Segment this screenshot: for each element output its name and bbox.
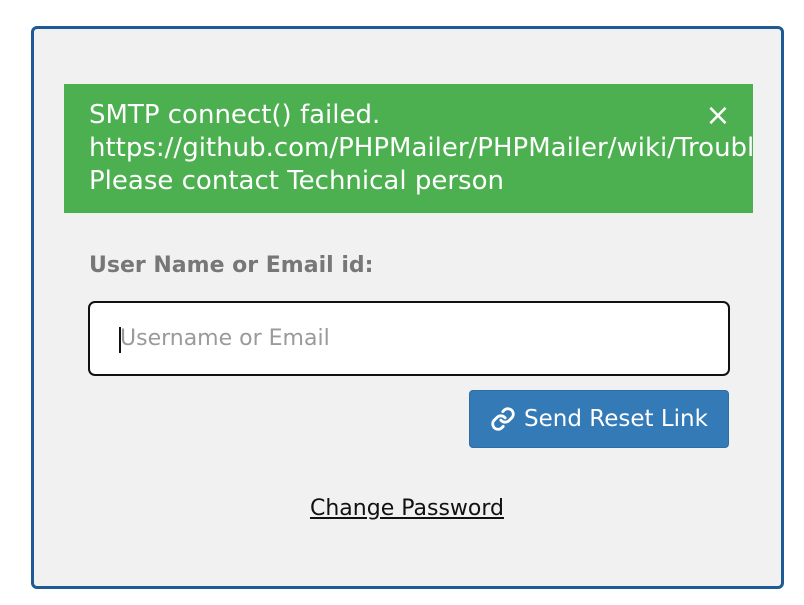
- send-reset-link-label: Send Reset Link: [524, 406, 708, 432]
- alert-line-3: Please contact Technical person: [89, 166, 504, 196]
- alert-line-1: SMTP connect() failed.: [89, 100, 381, 130]
- alert-close-button[interactable]: ×: [704, 96, 732, 136]
- alert-line-2: https://github.com/PHPMailer/PHPMailer/w…: [89, 133, 753, 163]
- text-caret: [119, 327, 121, 353]
- username-input-container: [88, 301, 730, 376]
- username-input[interactable]: [90, 303, 728, 374]
- send-reset-link-button[interactable]: Send Reset Link: [469, 390, 729, 448]
- link-icon: [490, 406, 516, 432]
- username-label: User Name or Email id:: [89, 253, 374, 278]
- error-alert: SMTP connect() failed. https://github.co…: [64, 84, 753, 213]
- change-password-link[interactable]: Change Password: [310, 495, 504, 523]
- alert-message: SMTP connect() failed. https://github.co…: [89, 99, 753, 198]
